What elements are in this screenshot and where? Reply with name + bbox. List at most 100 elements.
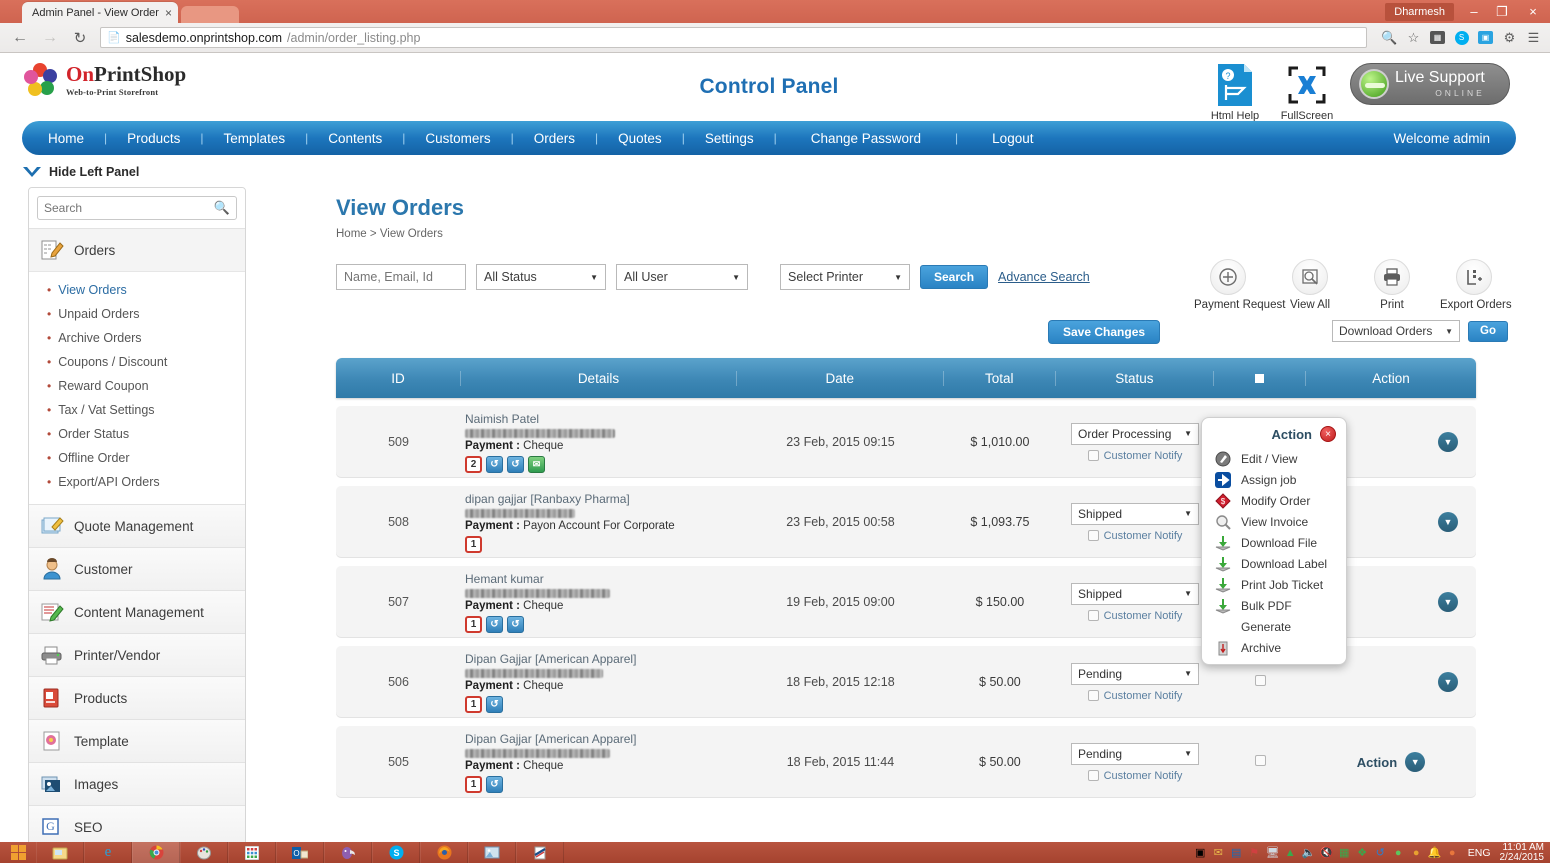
status-select[interactable]: Shipped ▼ <box>1071 582 1199 605</box>
reorder-badge[interactable]: ↺ <box>507 615 524 633</box>
customer-notify-checkbox[interactable] <box>1087 690 1099 701</box>
item-count-badge[interactable]: 1 <box>465 615 482 633</box>
chrome-tray-icon[interactable]: ● <box>1446 847 1459 859</box>
status-select[interactable]: Shipped ▼ <box>1071 502 1199 525</box>
action-button[interactable]: Action ▼ <box>1306 752 1476 772</box>
action-item-assign-job[interactable]: Assign job <box>1202 469 1346 490</box>
action-item-edit-view[interactable]: Edit / View <box>1202 448 1346 469</box>
orange-icon[interactable]: ● <box>1410 847 1423 859</box>
skype-icon[interactable]: S <box>372 842 420 863</box>
bell-icon[interactable]: 🔔 <box>1428 846 1442 859</box>
reorder-badge[interactable]: ↺ <box>486 695 503 713</box>
sidebar-group-content-management[interactable]: Content Management <box>29 590 245 633</box>
action-item-view-invoice[interactable]: View Invoice <box>1202 511 1346 532</box>
reorder-badge[interactable]: ↺ <box>486 775 503 793</box>
sidebar-group-orders[interactable]: Orders <box>29 228 245 271</box>
close-icon[interactable]: × <box>1320 426 1336 442</box>
outlook-icon[interactable]: O <box>276 842 324 863</box>
chrome-menu-icon[interactable]: ☰ <box>1525 29 1542 46</box>
network-icon[interactable]: 🖥 <box>1266 846 1280 859</box>
volume-icon[interactable]: 🔈 <box>1302 846 1316 859</box>
sidebar-group-products[interactable]: Products <box>29 676 245 719</box>
status-select[interactable]: Pending ▼ <box>1071 662 1199 685</box>
column-header-date[interactable]: Date <box>737 370 944 386</box>
keyword-search-input[interactable] <box>336 264 466 290</box>
mail-icon[interactable]: ✉ <box>1212 846 1225 859</box>
item-count-badge[interactable]: 1 <box>465 535 482 553</box>
html-help-button[interactable]: ? Html Help <box>1206 61 1264 122</box>
sidebar-item-archive-orders[interactable]: • Archive Orders <box>29 326 245 350</box>
action-item-download-file[interactable]: Download File <box>1202 532 1346 553</box>
customer-notify-checkbox[interactable] <box>1087 770 1099 781</box>
editor-icon[interactable] <box>516 842 564 863</box>
fullscreen-button[interactable]: FullScreen <box>1278 61 1336 122</box>
maximize-button[interactable]: ❐ <box>1488 0 1516 23</box>
customer-notify[interactable]: Customer Notify <box>1056 690 1214 702</box>
notify-icon[interactable]: ▣ <box>1194 846 1207 859</box>
explorer-icon[interactable] <box>36 842 84 863</box>
action-button[interactable]: ▼ <box>1306 672 1476 692</box>
address-bar[interactable]: 📄 salesdemo.onprintshop.com/admin/order_… <box>100 27 1367 48</box>
breadcrumb-home[interactable]: Home <box>336 228 367 240</box>
print-button[interactable]: Print <box>1358 259 1426 311</box>
sidebar-item-unpaid-orders[interactable]: • Unpaid Orders <box>29 302 245 326</box>
column-header-details[interactable]: Details <box>461 370 737 386</box>
browser-tab[interactable]: Admin Panel - View Order × <box>22 2 178 23</box>
reorder-badge[interactable]: ↺ <box>507 455 524 473</box>
item-count-badge[interactable]: 1 <box>465 695 482 713</box>
windows-start-icon[interactable] <box>0 842 36 863</box>
status-filter-select[interactable]: All Status ▼ <box>476 264 606 290</box>
column-header-select-all[interactable] <box>1214 370 1306 386</box>
back-icon[interactable]: ← <box>8 29 32 47</box>
window-user-label[interactable]: Dharmesh <box>1385 2 1454 21</box>
outlook-tray-icon[interactable]: ▤ <box>1230 846 1243 859</box>
sidebar-group-images[interactable]: Images <box>29 762 245 805</box>
sidebar-item-export-api-orders[interactable]: • Export/API Orders <box>29 470 245 494</box>
mute-icon[interactable]: 🔇 <box>1320 846 1334 859</box>
nav-orders[interactable]: Orders <box>532 131 577 146</box>
chrome-icon[interactable] <box>132 842 180 863</box>
forward-icon[interactable]: → <box>38 29 62 47</box>
calculator-icon[interactable] <box>228 842 276 863</box>
nav-customers[interactable]: Customers <box>423 131 492 146</box>
sidebar-item-tax-vat-settings[interactable]: • Tax / Vat Settings <box>29 398 245 422</box>
sidebar-item-offline-order[interactable]: • Offline Order <box>29 446 245 470</box>
export-orders-button[interactable]: Export Orders <box>1440 259 1512 311</box>
sidebar-group-quote-management[interactable]: Quote Management <box>29 504 245 547</box>
dropbox-icon[interactable]: ❖ <box>1356 846 1369 859</box>
sidebar-search-field[interactable]: 🔍 <box>37 196 237 220</box>
select-all-checkbox[interactable] <box>1254 373 1264 383</box>
nav-home[interactable]: Home <box>46 131 86 146</box>
nav-contents[interactable]: Contents <box>326 131 384 146</box>
save-changes-button[interactable]: Save Changes <box>1048 320 1161 344</box>
pdf-icon[interactable]: ⚑ <box>1248 846 1261 859</box>
customer-notify[interactable]: Customer Notify <box>1056 450 1214 462</box>
live-support-button[interactable]: Live Support ONLINE <box>1350 63 1510 105</box>
action-item-modify-order[interactable]: $ Modify Order <box>1202 490 1346 511</box>
tab-close-icon[interactable]: × <box>165 6 172 20</box>
sidebar-group-seo[interactable]: G SEO <box>29 805 245 842</box>
sidebar-item-view-orders[interactable]: • View Orders <box>29 278 245 302</box>
search-input[interactable] <box>44 201 214 215</box>
nav-logout[interactable]: Logout <box>990 131 1035 146</box>
column-header-total[interactable]: Total <box>944 370 1056 386</box>
close-button[interactable]: × <box>1516 0 1550 23</box>
printer-filter-select[interactable]: Select Printer ▼ <box>780 264 910 290</box>
item-count-badge[interactable]: 2 <box>465 455 482 473</box>
action-item-generate[interactable]: Generate <box>1202 616 1346 637</box>
nav-settings[interactable]: Settings <box>703 131 756 146</box>
advance-search-link[interactable]: Advance Search <box>998 270 1090 284</box>
action-item-print-job-ticket[interactable]: Print Job Ticket <box>1202 574 1346 595</box>
user-filter-select[interactable]: All User ▼ <box>616 264 748 290</box>
sidebar-item-coupons-discount[interactable]: • Coupons / Discount <box>29 350 245 374</box>
customer-notify[interactable]: Customer Notify <box>1056 770 1214 782</box>
sync-icon[interactable]: ↺ <box>1374 846 1387 859</box>
zoom-out-icon[interactable]: 🔍 <box>1381 29 1398 46</box>
green-icon[interactable]: ● <box>1392 847 1405 859</box>
thunderbird-icon[interactable] <box>324 842 372 863</box>
status-select[interactable]: Pending ▼ <box>1071 742 1199 765</box>
skype-icon[interactable]: S <box>1453 29 1470 46</box>
payment-request-button[interactable]: Payment Request <box>1194 259 1285 311</box>
sidebar-item-reward-coupon[interactable]: • Reward Coupon <box>29 374 245 398</box>
reorder-badge[interactable]: ↺ <box>486 455 503 473</box>
